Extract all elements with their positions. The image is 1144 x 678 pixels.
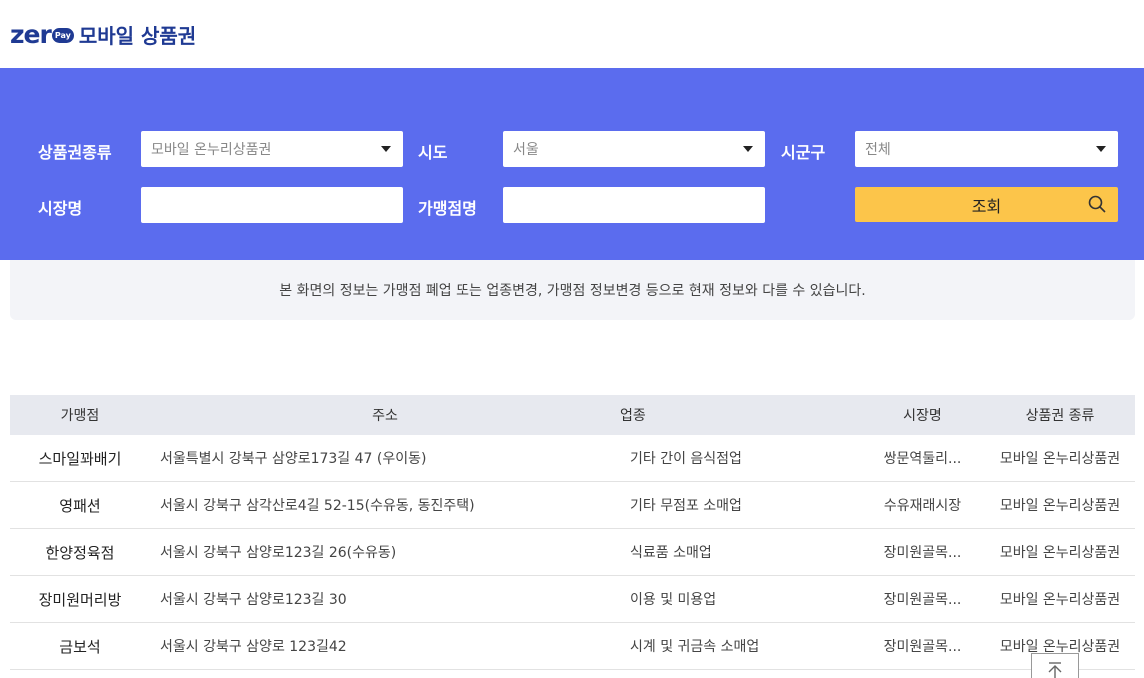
voucher-type-label: 상품권종류 — [38, 143, 112, 162]
notice-text: 본 화면의 정보는 가맹점 폐업 또는 업종변경, 가맹점 정보변경 등으로 현… — [279, 283, 866, 299]
sigungu-label: 시군구 — [781, 143, 826, 162]
store-name: 영패션 — [59, 496, 101, 515]
market-name: 장미원골목... — [883, 639, 962, 655]
search-panel: 상품권종류 모바일 온누리상품권 시도 서울 시군구 전체 시장명 가맹점명 조… — [0, 68, 1144, 260]
logo-pay-badge: Pay — [51, 27, 74, 43]
store-address: 서울특별시 강북구 삼양로173길 47 (우이동) — [160, 451, 427, 467]
market-name: 장미원골목... — [883, 592, 962, 608]
voucher-type: 모바일 온누리상품권 — [999, 545, 1121, 561]
market-input[interactable] — [141, 187, 403, 223]
voucher-type: 모바일 온누리상품권 — [999, 498, 1121, 514]
voucher-type: 모바일 온누리상품권 — [999, 451, 1121, 467]
sido-label: 시도 — [418, 143, 448, 162]
store-label: 가맹점명 — [418, 199, 477, 218]
chevron-down-icon — [381, 146, 391, 152]
table-row[interactable]: 영패션 서울시 강북구 삼각산로4길 52-15(수유동, 동진주택) 기타 무… — [10, 482, 1135, 529]
table-row[interactable]: 스마일꽈배기 서울특별시 강북구 삼양로173길 47 (우이동) 기타 간이 … — [10, 435, 1135, 482]
store-input[interactable] — [503, 187, 765, 223]
logo-wordmark: zer — [10, 19, 52, 49]
column-header-store: 가맹점 — [60, 408, 100, 424]
store-name: 한양정육점 — [45, 543, 115, 562]
scroll-to-top-button[interactable] — [1031, 653, 1079, 678]
chevron-down-icon — [743, 146, 753, 152]
market-name: 장미원골목... — [883, 545, 962, 561]
store-category: 기타 무점포 소매업 — [630, 498, 742, 514]
store-name: 스마일꽈배기 — [38, 449, 122, 468]
voucher-type-select[interactable]: 모바일 온누리상품권 — [141, 131, 403, 167]
table-header: 가맹점 주소 업종 시장명 상품권 종류 — [10, 395, 1135, 435]
voucher-type: 모바일 온누리상품권 — [999, 592, 1121, 608]
store-address: 서울시 강북구 삼양로123길 30 — [160, 592, 347, 608]
store-category: 이용 및 미용업 — [630, 592, 717, 608]
header: zer Pay 모바일 상품권 — [0, 0, 1144, 68]
page-title: 모바일 상품권 — [78, 23, 197, 48]
market-name: 쌍문역둘리... — [883, 451, 962, 467]
store-address: 서울시 강북구 삼양로 123길42 — [160, 639, 347, 655]
store-category: 기타 간이 음식점업 — [630, 451, 742, 467]
notice-banner: 본 화면의 정보는 가맹점 폐업 또는 업종변경, 가맹점 정보변경 등으로 현… — [10, 260, 1135, 320]
store-name: 장미원머리방 — [38, 590, 122, 609]
search-button-label: 조회 — [971, 196, 1002, 216]
sigungu-value: 전체 — [865, 142, 891, 158]
store-table: 가맹점 주소 업종 시장명 상품권 종류 스마일꽈배기 서울특별시 강북구 삼양… — [10, 395, 1135, 670]
chevron-down-icon — [1096, 146, 1106, 152]
table-row[interactable]: 장미원머리방 서울시 강북구 삼양로123길 30 이용 및 미용업 장미원골목… — [10, 576, 1135, 623]
sido-value: 서울 — [513, 142, 539, 158]
store-category: 식료품 소매업 — [630, 545, 712, 561]
market-label: 시장명 — [38, 199, 83, 218]
column-header-address: 주소 — [372, 408, 398, 424]
column-header-category: 업종 — [620, 408, 646, 424]
sigungu-select[interactable]: 전체 — [855, 131, 1118, 167]
column-header-market: 시장명 — [903, 408, 942, 424]
zeropay-logo[interactable]: zer Pay 모바일 상품권 — [10, 20, 196, 49]
store-name: 금보석 — [59, 637, 101, 656]
table-row[interactable]: 한양정육점 서울시 강북구 삼양로123길 26(수유동) 식료품 소매업 장미… — [10, 529, 1135, 576]
column-header-voucher: 상품권 종류 — [1025, 408, 1095, 424]
voucher-type-value: 모바일 온누리상품권 — [151, 142, 272, 158]
table-row[interactable]: 금보석 서울시 강북구 삼양로 123길42 시계 및 귀금속 소매업 장미원골… — [10, 623, 1135, 670]
store-address: 서울시 강북구 삼각산로4길 52-15(수유동, 동진주택) — [160, 498, 475, 514]
search-button[interactable]: 조회 — [855, 187, 1118, 222]
arrow-up-icon — [1046, 662, 1064, 678]
market-name: 수유재래시장 — [883, 498, 962, 514]
store-address: 서울시 강북구 삼양로123길 26(수유동) — [160, 545, 397, 561]
sido-select[interactable]: 서울 — [503, 131, 765, 167]
search-icon — [1088, 195, 1106, 217]
store-category: 시계 및 귀금속 소매업 — [630, 639, 760, 655]
